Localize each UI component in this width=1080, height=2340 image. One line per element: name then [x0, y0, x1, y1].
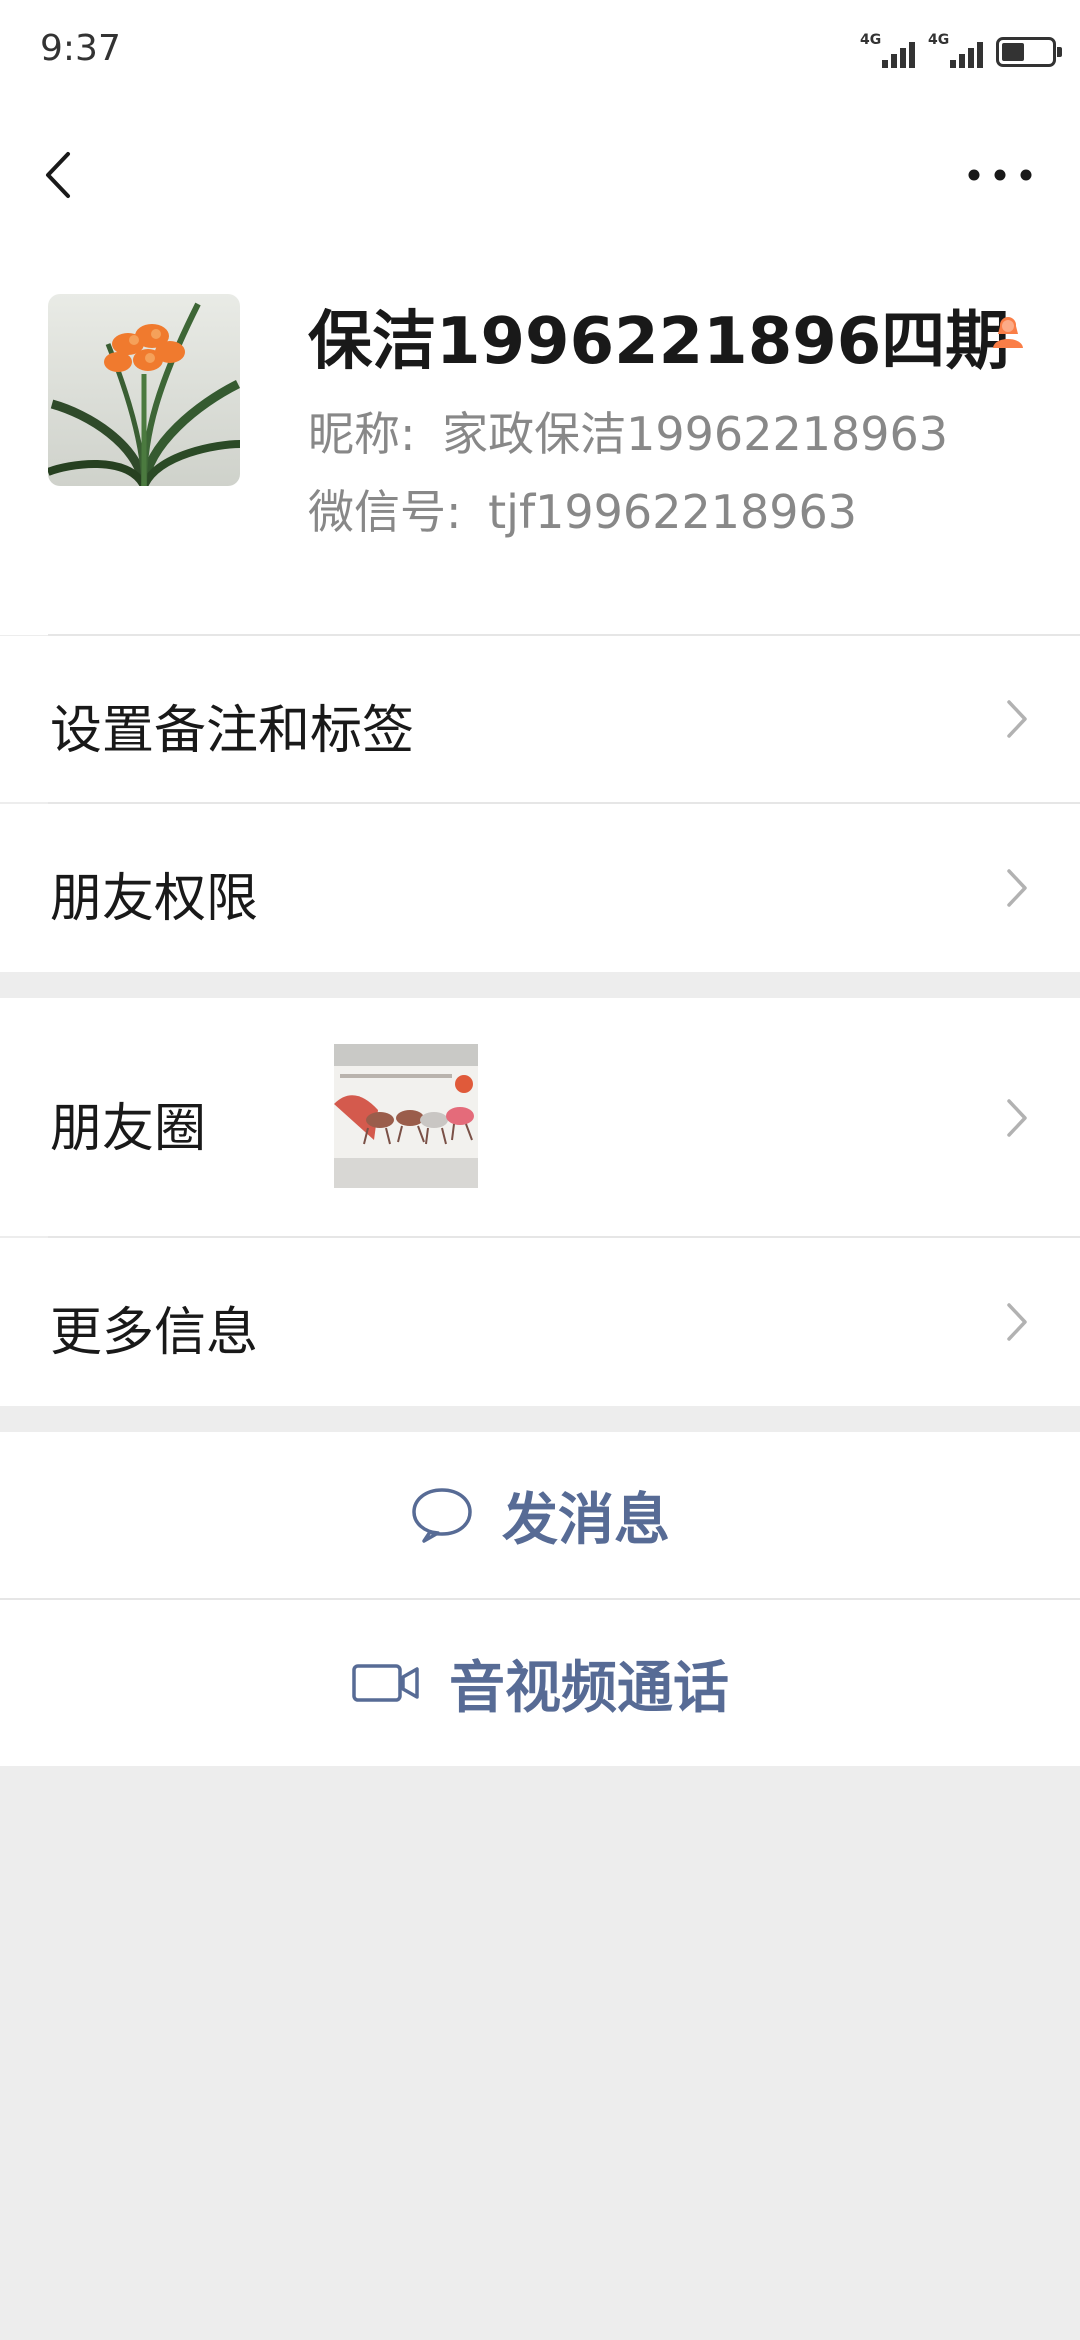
display-name: 保洁1996221896四期: [308, 305, 1010, 379]
remark-tags-label: 设置备注和标签: [50, 701, 415, 761]
moments-label: 朋友圈: [50, 1099, 207, 1159]
status-bar: 9:37 4G 4G: [0, 0, 1080, 100]
status-icons: 4G 4G: [860, 30, 1062, 70]
remark-tags-row[interactable]: 设置备注和标签: [0, 636, 1080, 802]
video-call-label: 音视频通话: [449, 1655, 729, 1721]
moments-row[interactable]: 朋友圈: [0, 998, 1080, 1236]
nav-bar: [0, 100, 1080, 250]
friend-permissions-label: 朋友权限: [50, 869, 259, 929]
video-camera-icon: [352, 1664, 419, 1702]
more-dots-icon: [968, 169, 1032, 181]
nickname-row: 昵称: 家政保洁19962218963: [308, 398, 948, 464]
avatar[interactable]: [48, 294, 240, 486]
profile-header: 保洁1996221896四期 昵称: 家政保洁19962218963 微信号: …: [0, 250, 1080, 635]
back-button[interactable]: [30, 140, 90, 210]
wechat-id-label: 微信号:: [308, 485, 462, 539]
more-button[interactable]: [960, 140, 1040, 210]
status-time: 9:37: [40, 28, 121, 69]
more-info-label: 更多信息: [50, 1303, 259, 1363]
chevron-right-icon: [1007, 869, 1027, 907]
send-message-button[interactable]: 发消息: [0, 1432, 1080, 1598]
female-icon: [993, 317, 1023, 348]
moments-thumbnail: [334, 1044, 478, 1188]
avatar-image: [48, 294, 240, 486]
signal-icon: 4G: [860, 32, 918, 70]
chevron-right-icon: [1007, 700, 1027, 738]
signal-icon: 4G: [928, 32, 986, 70]
nickname-value: 家政保洁19962218963: [442, 407, 949, 461]
chat-bubble-icon: [412, 1488, 472, 1543]
wechat-id-value: tjf19962218963: [488, 485, 858, 539]
battery-level: [1002, 43, 1024, 61]
chevron-right-icon: [1007, 1303, 1027, 1341]
chevron-left-icon: [46, 152, 70, 198]
video-call-button[interactable]: 音视频通话: [0, 1600, 1080, 1766]
battery-icon: [996, 37, 1062, 67]
wechat-id-row: 微信号: tjf19962218963: [308, 476, 857, 542]
friend-permissions-row[interactable]: 朋友权限: [0, 804, 1080, 972]
contact-profile-screen: 9:37 4G 4G 保洁1996221896四期 昵称: 家政保洁199622…: [0, 0, 1080, 2340]
send-message-label: 发消息: [502, 1487, 670, 1553]
nickname-label: 昵称:: [308, 407, 416, 461]
chevron-right-icon: [1007, 1099, 1027, 1137]
more-info-row[interactable]: 更多信息: [0, 1238, 1080, 1406]
